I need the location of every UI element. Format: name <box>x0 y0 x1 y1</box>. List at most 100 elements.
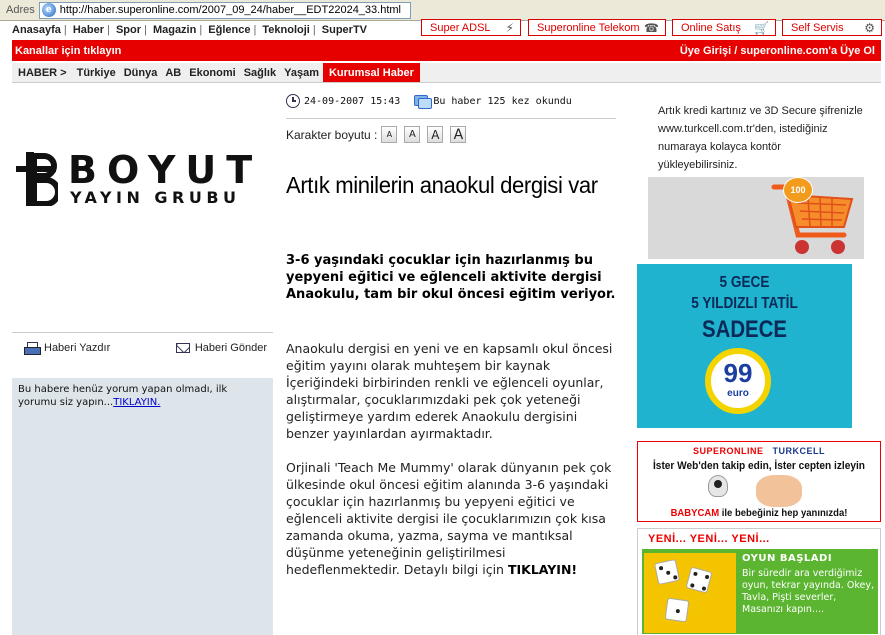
article-date: 24-09-2007 15:43 <box>304 95 401 107</box>
font-size-l-button[interactable]: A <box>450 126 467 143</box>
main-nav-supertv[interactable]: SuperTV <box>322 24 367 36</box>
print-button[interactable]: Haberi Yazdır <box>24 341 111 355</box>
address-label: Adres <box>6 4 35 16</box>
brand-superonline: SUPERONLINE <box>692 446 764 456</box>
main-nav-anasayfa[interactable]: Anasayfa <box>12 24 61 36</box>
main-nav-magazin[interactable]: Magazin <box>153 24 196 36</box>
holiday-ad-line2: 5 YILDIZLI TATİL <box>691 295 798 312</box>
games-promo-text: OYUN BAŞLADI Bir süredir ara verdiğimiz … <box>742 553 874 616</box>
boyut-logo: BOYUT YAYIN GRUBU <box>16 148 271 208</box>
turkcell-ad-banner[interactable]: 100 <box>648 177 864 259</box>
section-nav-yasam[interactable]: Yaşam <box>280 63 323 82</box>
babycam-tagline: ile bebeğiniz hep yanınızda! <box>721 508 848 519</box>
font-size-xs-button[interactable]: A <box>381 126 398 143</box>
send-button[interactable]: Haberi Gönder <box>175 341 267 354</box>
brand-turkcell: TURKCELL <box>772 446 826 456</box>
section-nav-ab[interactable]: AB <box>161 63 185 82</box>
member-login-link[interactable]: Üye Girişi / superonline.com'a Üye Ol <box>680 45 875 57</box>
article-body: Anaokulu dergisi en yeni ve en kapsamlı … <box>286 340 616 595</box>
section-nav-kurumsal-haber[interactable]: Kurumsal Haber <box>322 63 420 82</box>
holiday-ad-banner[interactable]: 5 GECE 5 YILDIZLI TATİL SADECE 99 euro <box>637 264 852 428</box>
main-nav-spor[interactable]: Spor <box>116 24 141 36</box>
print-label: Haberi Yazdır <box>44 341 111 354</box>
dice-image <box>644 553 736 633</box>
service-tab-label: Online Satış <box>681 21 741 34</box>
die-icon <box>653 558 681 586</box>
article-tools: Haberi Yazdır Haberi Gönder <box>12 332 273 362</box>
channels-link[interactable]: Kanallar için tıklayın <box>15 45 121 57</box>
service-tab-label: Superonline Telekom <box>537 21 640 34</box>
price-value: 99 <box>723 358 753 388</box>
die-icon <box>664 597 690 623</box>
views-icon <box>414 95 433 109</box>
browser-page-icon: e <box>41 3 56 17</box>
boyut-logo-mark-icon <box>16 152 58 206</box>
games-promo-desc: Bir süredir ara verdiğimiz oyun, tekrar … <box>742 568 874 615</box>
babycam-slogan: İster Web'den takip edin, İster cepten i… <box>652 460 865 472</box>
mail-icon <box>175 342 190 353</box>
section-nav-turkiye[interactable]: Türkiye <box>73 63 120 82</box>
section-nav: HABER > Türkiye Dünya AB Ekonomi Sağlık … <box>12 63 881 83</box>
games-promo-title: OYUN BAŞLADI <box>742 553 833 564</box>
cart-icon: 🛒 <box>754 20 769 35</box>
section-nav-haber[interactable]: HABER > <box>12 63 73 82</box>
die-icon <box>685 566 713 594</box>
article-title: Artık minilerin anaokul dergisi var <box>286 172 598 198</box>
babycam-name: BABYCAM <box>670 508 720 519</box>
article-views: Bu haber 125 kez okundu <box>433 95 572 107</box>
babycam-ad-banner[interactable]: SUPERONLINE TURKCELL İster Web'den takip… <box>637 441 881 522</box>
logo-line1: BOYUT <box>68 148 263 192</box>
lightning-icon: ⚡ <box>505 20 514 35</box>
comment-link[interactable]: TIKLAYIN. <box>113 397 160 408</box>
turkcell-ad-text[interactable]: Artık kredi kartınız ve 3D Secure şifren… <box>658 102 863 174</box>
holiday-ad-line1: 5 GECE <box>719 274 770 291</box>
games-promo[interactable]: OYUN BAŞLADI Bir süredir ara verdiğimiz … <box>642 549 878 634</box>
font-size-label: Karakter boyutu : <box>286 127 378 142</box>
comment-box: Bu habere henüz yorum yapan olmadı, ilk … <box>12 378 273 635</box>
clock-icon <box>286 94 300 108</box>
service-tab-online-satis[interactable]: Online Satış 🛒 <box>672 19 776 36</box>
article-paragraph-1: Anaokulu dergisi en yeni ve en kapsamlı … <box>286 341 613 441</box>
address-input[interactable]: e http://haber.superonline.com/2007_09_2… <box>38 1 411 19</box>
baby-image <box>756 475 802 507</box>
article-paragraph-2: Orjinali 'Teach Me Mummy' olarak dünyanı… <box>286 459 616 578</box>
service-tab-telekom[interactable]: Superonline Telekom ☎ <box>528 19 666 36</box>
printer-icon <box>24 341 41 355</box>
font-size-s-button[interactable]: A <box>404 126 421 143</box>
gear-icon: ⚙ <box>864 20 875 35</box>
main-nav-eglence[interactable]: Eğlence <box>208 24 250 36</box>
price-badge: 99 euro <box>705 348 771 414</box>
address-bar: Adres e http://haber.superonline.com/200… <box>0 0 885 21</box>
service-tab-label: Self Servis <box>791 21 844 34</box>
main-nav-teknoloji[interactable]: Teknoloji <box>262 24 309 36</box>
article-paragraph-2-text: Orjinali 'Teach Me Mummy' olarak dünyanı… <box>286 460 612 577</box>
main-nav-haber[interactable]: Haber <box>73 24 104 36</box>
webcam-icon <box>708 475 728 497</box>
service-tab-adsl[interactable]: Super ADSL ⚡ <box>421 19 521 36</box>
logo-line2: YAYIN GRUBU <box>70 188 241 207</box>
send-label: Haberi Gönder <box>194 341 267 354</box>
section-nav-dunya[interactable]: Dünya <box>120 63 162 82</box>
babycam-brands: SUPERONLINE TURKCELL <box>638 446 880 456</box>
service-tab-self-servis[interactable]: Self Servis ⚙ <box>782 19 882 36</box>
article-meta: 24-09-2007 15:43 Bu haber 125 kez okundu <box>286 94 616 109</box>
shopping-cart-icon <box>771 184 854 254</box>
address-url[interactable]: http://haber.superonline.com/2007_09_24/… <box>60 4 401 16</box>
font-size-m-button[interactable]: A <box>427 126 444 143</box>
section-nav-saglik[interactable]: Sağlık <box>240 63 280 82</box>
phone-icon: ☎ <box>644 20 659 35</box>
section-nav-ekonomi[interactable]: Ekonomi <box>185 63 239 82</box>
font-size-control: Karakter boyutu : A A A A <box>286 126 467 143</box>
price-unit: euro <box>727 388 749 399</box>
service-tab-label: Super ADSL <box>430 21 491 34</box>
meta-divider <box>286 118 616 119</box>
new-games-header: YENİ... YENİ... YENİ... <box>638 529 880 549</box>
holiday-ad-line3: SADECE <box>701 316 788 343</box>
new-games-box: YENİ... YENİ... YENİ... OYUN BAŞLADI Bir… <box>637 528 881 635</box>
main-nav: Anasayfa | Haber | Spor | Magazin | Eğlence |… <box>12 24 367 36</box>
article-details-link[interactable]: TIKLAYIN! <box>508 562 577 577</box>
channels-bar: Kanallar için tıklayın Üye Girişi / supe… <box>12 40 881 61</box>
badge-100: 100 <box>783 177 813 203</box>
article-lead: 3-6 yaşındaki çocuklar için hazırlanmış … <box>286 253 616 302</box>
babycam-bottom: BABYCAM ile bebeğiniz hep yanınızda! <box>644 508 874 519</box>
